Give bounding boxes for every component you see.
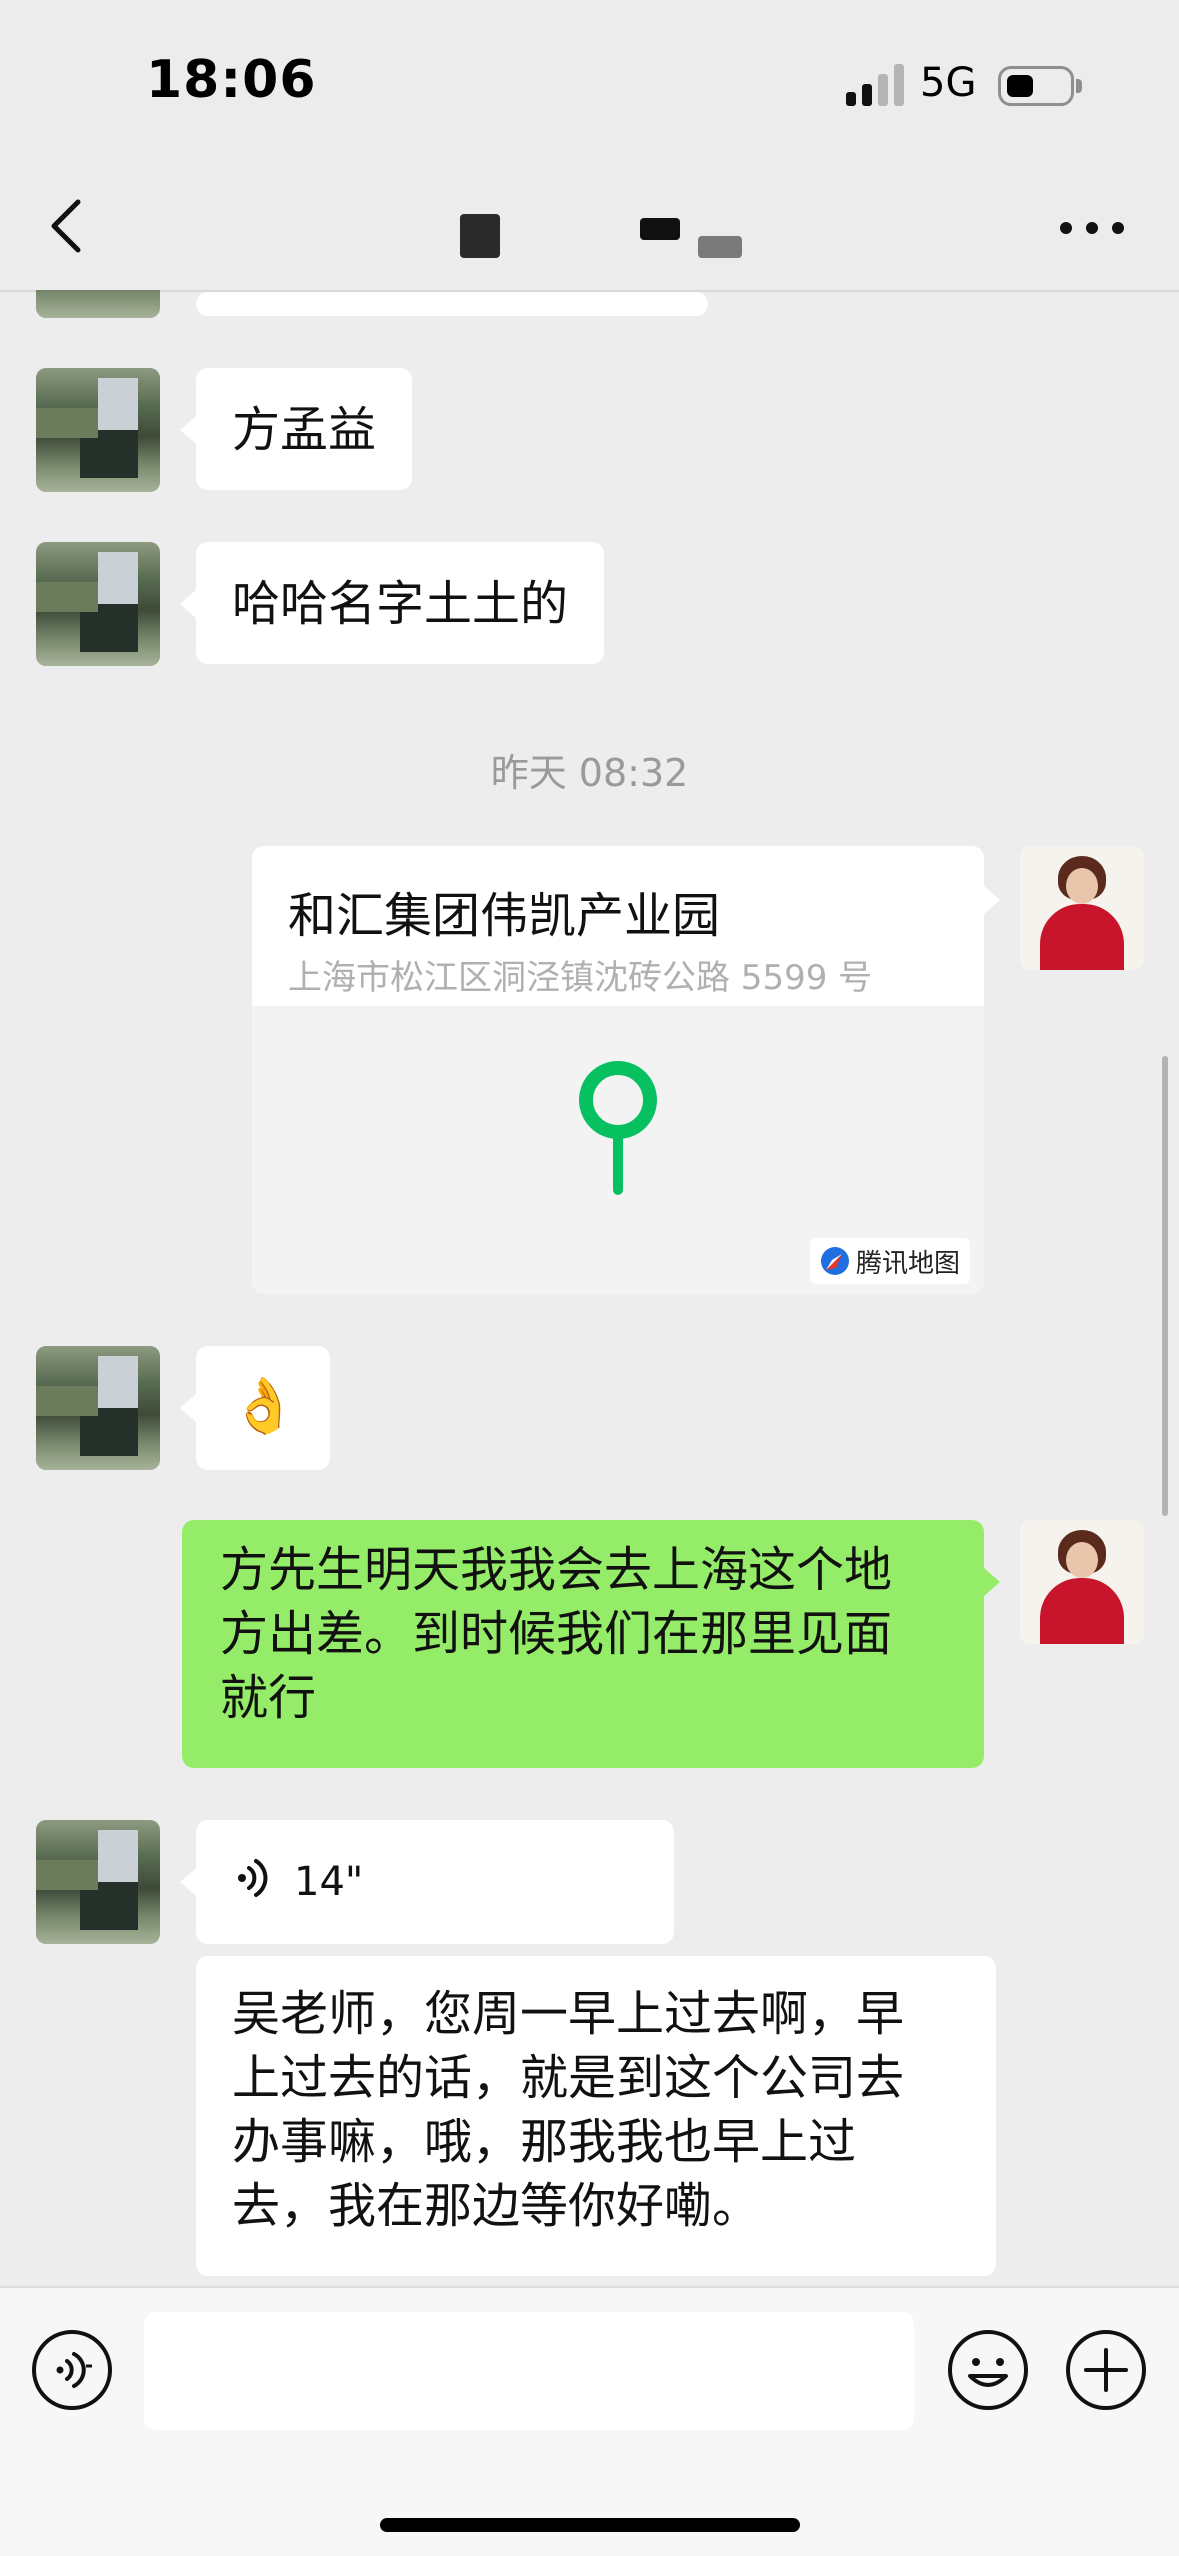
voice-mode-icon xyxy=(32,2330,112,2410)
bubble-tail xyxy=(180,590,196,618)
status-time: 18:06 xyxy=(146,50,317,110)
bubble-tail xyxy=(984,886,1000,914)
location-card[interactable]: 和汇集团伟凯产业园 上海市松江区洞泾镇沈砖公路 5599 号 腾讯地图 xyxy=(252,846,984,1294)
message-line: 去，我在那边等你好嘞。 xyxy=(232,2178,761,2234)
add-button[interactable] xyxy=(1064,2328,1148,2412)
contact-avatar[interactable] xyxy=(36,1820,160,1944)
network-type: 5G xyxy=(920,60,977,106)
message-text: 方孟益 xyxy=(232,402,377,458)
bubble-tail xyxy=(180,1394,196,1422)
location-title: 和汇集团伟凯产业园 xyxy=(288,888,721,944)
signal-icon xyxy=(846,62,904,106)
bubble-tail xyxy=(984,1568,1000,1596)
bubble-tail xyxy=(180,416,196,444)
message-line: 方先生明天我我会去上海这个地 xyxy=(220,1542,893,1598)
home-indicator[interactable] xyxy=(380,2518,800,2532)
message-timestamp: 昨天 08:32 xyxy=(490,751,689,795)
self-avatar[interactable] xyxy=(1020,846,1144,970)
emoji-bubble[interactable]: 👌 xyxy=(196,1346,330,1470)
message-line: 方出差。到时候我们在那里见面 xyxy=(220,1606,893,1662)
map-provider-label: 腾讯地图 xyxy=(855,1248,960,1279)
contact-avatar[interactable] xyxy=(36,1346,160,1470)
voice-wave-icon xyxy=(238,1859,268,1897)
message-bubble-self[interactable]: 方先生明天我我会去上海这个地 方出差。到时候我们在那里见面 就行 xyxy=(182,1520,984,1768)
map-pin-icon xyxy=(579,1061,657,1195)
chevron-left-icon xyxy=(51,199,81,253)
contact-avatar[interactable] xyxy=(36,368,160,492)
message-bubble[interactable]: 方孟益 xyxy=(196,368,413,490)
chat-title-redacted xyxy=(698,236,742,258)
battery-cap xyxy=(1076,79,1082,93)
message-bubble[interactable]: 哈哈名字土土的 xyxy=(196,542,605,664)
message-line: 吴老师，您周一早上过去啊，早 xyxy=(232,1986,905,2042)
location-address: 上海市松江区洞泾镇沈砖公路 5599 号 xyxy=(288,958,873,998)
emoji-button[interactable] xyxy=(946,2328,1030,2412)
navigation-bar xyxy=(0,0,1179,292)
message-bubble-partial[interactable] xyxy=(196,292,708,316)
voice-message-bubble[interactable]: 14" xyxy=(196,1820,674,1944)
chat-title-redacted xyxy=(460,214,500,258)
voice-transcript-bubble[interactable]: 吴老师，您周一早上过去啊，早 上过去的话，就是到这个公司去 办事嘛，哦，那我我也… xyxy=(196,1956,996,2276)
contact-avatar[interactable] xyxy=(36,542,160,666)
voice-mode-button[interactable] xyxy=(30,2328,114,2412)
tencent-map-logo-icon xyxy=(820,1247,849,1275)
bubble-tail xyxy=(180,1868,196,1896)
plus-icon xyxy=(1066,2330,1146,2410)
map-preview: 腾讯地图 xyxy=(252,1006,984,1294)
message-line: 办事嘛，哦，那我我也早上过 xyxy=(232,2114,857,2170)
voice-duration: 14" xyxy=(294,1859,364,1905)
battery-icon xyxy=(998,66,1074,106)
emoji-icon xyxy=(948,2330,1028,2410)
back-button[interactable] xyxy=(40,196,100,256)
scrollbar[interactable] xyxy=(1162,1056,1168,1516)
more-button[interactable] xyxy=(1060,216,1126,240)
message-input[interactable] xyxy=(144,2312,914,2430)
chat-title-redacted xyxy=(640,218,680,240)
map-provider-badge: 腾讯地图 xyxy=(809,1238,970,1284)
ok-hand-emoji: 👌 xyxy=(230,1374,298,1437)
self-avatar[interactable] xyxy=(1020,1520,1144,1644)
message-text: 哈哈名字土土的 xyxy=(232,576,569,632)
message-line: 上过去的话，就是到这个公司去 xyxy=(232,2050,905,2106)
message-line: 就行 xyxy=(220,1670,317,1726)
